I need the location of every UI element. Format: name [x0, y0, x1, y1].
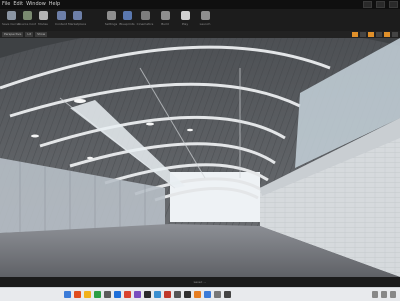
status-bar: Level: ... [0, 277, 400, 287]
menu-edit[interactable]: Edit [13, 0, 23, 9]
taskbar-app-icon[interactable] [64, 291, 71, 298]
viewport-perspective-button[interactable]: Perspective [2, 32, 24, 37]
main-toolbar: Save Current Source Control Modes Conten… [0, 9, 400, 32]
taskbar-app-icon[interactable] [164, 291, 171, 298]
toolbar-play-button[interactable]: Play [176, 11, 194, 30]
play-icon [180, 11, 190, 20]
taskbar-app-icon[interactable] [124, 291, 131, 298]
grid-icon[interactable] [360, 32, 366, 37]
menu-file[interactable]: File [2, 0, 10, 9]
taskbar-app-icon[interactable] [114, 291, 121, 298]
toolbar-modes-button[interactable]: Modes [34, 11, 52, 30]
modes-icon [38, 11, 48, 20]
minimize-icon[interactable] [363, 1, 372, 8]
taskbar-app-icon[interactable] [194, 291, 201, 298]
menu-help[interactable]: Help [49, 0, 60, 9]
toolbar-launch-button[interactable]: Launch [196, 11, 214, 30]
taskbar-app-icons [64, 291, 231, 298]
level-viewport[interactable] [0, 38, 400, 277]
menu-bar: File Edit Window Help [2, 0, 60, 9]
window-controls [363, 0, 398, 9]
toolbar-blueprints-button[interactable]: Blueprints [118, 11, 136, 30]
build-icon [160, 11, 170, 20]
source-control-icon [22, 11, 32, 20]
taskbar-app-icon[interactable] [84, 291, 91, 298]
taskbar-app-icon[interactable] [94, 291, 101, 298]
camera-speed-icon[interactable] [384, 32, 390, 37]
menu-window[interactable]: Window [26, 0, 46, 9]
status-text: Level: ... [193, 280, 207, 284]
blueprint-icon [122, 11, 132, 20]
taskbar-app-icon[interactable] [144, 291, 151, 298]
content-icon [56, 11, 66, 20]
taskbar-app-icon[interactable] [214, 291, 221, 298]
taskbar-app-icon[interactable] [184, 291, 191, 298]
taskbar-app-icon[interactable] [104, 291, 111, 298]
taskbar-app-icon[interactable] [204, 291, 211, 298]
close-icon[interactable] [389, 1, 398, 8]
warehouse-scene [0, 38, 400, 277]
toolbar-cinematics-button[interactable]: Cinematics [136, 11, 154, 30]
maximize-viewport-icon[interactable] [392, 32, 398, 37]
viewport-show-button[interactable]: Show [35, 32, 48, 37]
rotate-snap-icon[interactable] [368, 32, 374, 37]
taskbar-app-icon[interactable] [134, 291, 141, 298]
taskbar-app-icon[interactable] [224, 291, 231, 298]
clock-icon[interactable] [390, 291, 396, 298]
taskbar-app-icon[interactable] [174, 291, 181, 298]
taskbar-app-icon[interactable] [154, 291, 161, 298]
volume-icon[interactable] [381, 291, 387, 298]
taskbar-app-icon[interactable] [74, 291, 81, 298]
save-icon [6, 11, 16, 20]
scale-icon[interactable] [376, 32, 382, 37]
os-taskbar [0, 287, 400, 301]
toolbar-marketplace-button[interactable]: Marketplace [68, 11, 86, 30]
cinematics-icon [140, 11, 150, 20]
toolbar-build-button[interactable]: Build [156, 11, 174, 30]
network-icon[interactable] [372, 291, 378, 298]
snap-icon[interactable] [352, 32, 358, 37]
gear-icon [106, 11, 116, 20]
title-bar: File Edit Window Help [0, 0, 400, 9]
marketplace-icon [72, 11, 82, 20]
system-tray [372, 291, 396, 298]
viewport-lit-button[interactable]: Lit [25, 32, 34, 37]
launch-icon [200, 11, 210, 20]
maximize-icon[interactable] [376, 1, 385, 8]
